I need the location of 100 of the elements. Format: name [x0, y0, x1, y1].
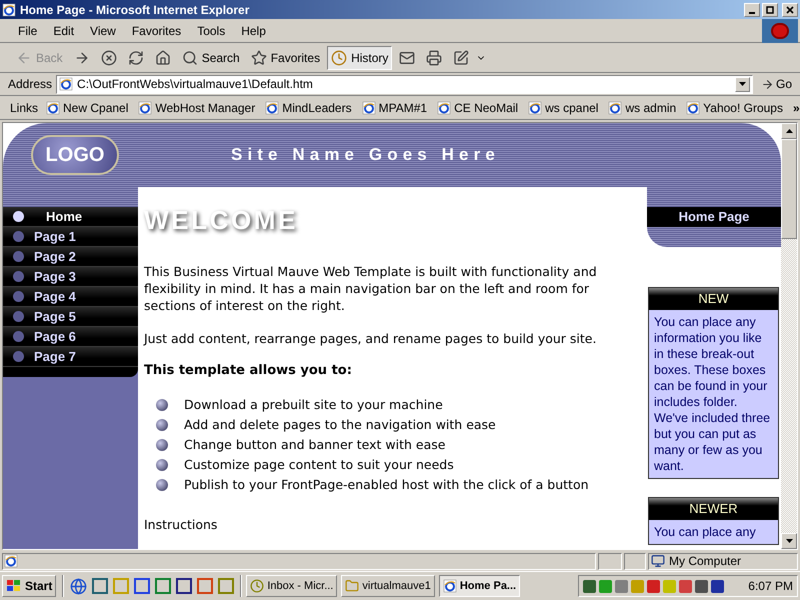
bullet-icon: [13, 351, 24, 362]
page-icon: [59, 77, 74, 91]
link-button[interactable]: WebHost Manager: [138, 98, 256, 116]
go-button[interactable]: Go: [756, 75, 796, 93]
nav-item[interactable]: Page 2: [3, 247, 138, 267]
page-icon: [362, 100, 376, 114]
dropdown-button[interactable]: [734, 76, 750, 92]
page-icon: [528, 100, 542, 114]
box-text: You can place any: [653, 524, 757, 541]
bullet-icon: [13, 271, 24, 282]
box-text: You can place any information you like in these break-out boxes. These boxes can be found in your includes folder. We've included three but you can put as many or few as you want.: [653, 314, 772, 475]
list-item: Change button and banner text with ease: [184, 436, 446, 454]
link-button[interactable]: Yahoo! Groups: [686, 98, 783, 116]
start-button[interactable]: Start: [2, 575, 56, 597]
bullet-icon: [13, 251, 24, 262]
computer-icon: [651, 554, 665, 568]
up-arrow-icon: [786, 129, 792, 133]
edit-icon: [453, 50, 470, 66]
link-button[interactable]: MindLeaders: [265, 98, 352, 116]
tray-icon[interactable]: [583, 580, 596, 592]
nav-item[interactable]: Page 5: [3, 307, 138, 327]
menu-item[interactable]: Tools: [189, 22, 234, 40]
menu-item[interactable]: Favorites: [124, 22, 190, 40]
home-icon: [154, 50, 171, 66]
list-item: Customize page content to suit your needs: [184, 456, 454, 474]
bullet-icon: [156, 459, 168, 471]
tray-icon[interactable]: [679, 580, 692, 592]
page-icon: [437, 100, 452, 114]
menu-item[interactable]: Edit: [45, 22, 82, 40]
go-arrow-icon: [760, 78, 774, 90]
browser-icon[interactable]: [70, 578, 88, 594]
intro-paragraph: Just add content, rearrange pages, and rename pages to build your site.: [144, 330, 598, 347]
scroll-up-button[interactable]: [781, 123, 797, 139]
link-button[interactable]: ws cpanel: [528, 98, 598, 116]
page-icon: [46, 100, 60, 114]
minimize-icon: [749, 12, 755, 14]
nav-item[interactable]: Page 7: [3, 347, 138, 367]
box-title: NEW: [649, 288, 778, 310]
menu-item[interactable]: View: [82, 22, 124, 40]
scrollbar[interactable]: [781, 123, 797, 549]
caret-icon: [738, 82, 746, 86]
box-title: NEWER: [649, 498, 778, 520]
taskbar-button[interactable]: Inbox - Micr...: [246, 575, 338, 597]
app-icon[interactable]: [92, 578, 108, 594]
page-label: Home Page: [647, 207, 781, 227]
history-button[interactable]: History: [327, 46, 392, 70]
page-icon: [138, 100, 152, 114]
scroll-thumb[interactable]: [781, 139, 797, 239]
tray-icon[interactable]: [711, 580, 724, 592]
nav-item[interactable]: Home: [3, 207, 138, 227]
tray-icon[interactable]: [695, 580, 708, 592]
windows-logo-icon: [6, 579, 22, 593]
scroll-down-button[interactable]: [781, 533, 797, 549]
minimize-button[interactable]: [744, 2, 760, 16]
app-icon[interactable]: [134, 578, 150, 594]
bullet-icon: [156, 439, 168, 451]
taskbar-button[interactable]: virtualmauve1: [341, 575, 435, 597]
close-button[interactable]: [782, 2, 798, 16]
browser-logo-icon: [762, 18, 798, 42]
bullet-icon: [13, 311, 24, 322]
nav-item[interactable]: Page 4: [3, 287, 138, 307]
bullet-icon: [156, 419, 168, 431]
nav-item[interactable]: Page 6: [3, 327, 138, 347]
link-button[interactable]: New Cpanel: [46, 98, 128, 116]
menu-item[interactable]: Help: [233, 22, 274, 40]
nav-item[interactable]: Page 3: [3, 267, 138, 287]
window-title: Home Page - Microsoft Internet Explorer: [20, 2, 250, 18]
page-icon: [265, 100, 280, 114]
refresh-icon: [128, 50, 144, 66]
page-icon: [608, 100, 622, 114]
maximize-button[interactable]: [762, 2, 778, 16]
intro-paragraph: This Business Virtual Mauve Web Template is built with functionality and flexibility in mind. It has a main navigation bar on the left and room for sections of interest on the right.: [144, 263, 598, 314]
clock-icon: [250, 579, 264, 593]
bullet-icon: [13, 231, 24, 242]
address-label: Address: [8, 76, 52, 93]
tray-icon[interactable]: [647, 580, 660, 592]
nav-item[interactable]: Page 1: [3, 227, 138, 247]
site-name: Site Name Goes Here: [231, 144, 500, 166]
search-button[interactable]: Search: [178, 46, 244, 70]
link-button[interactable]: CE NeoMail: [437, 98, 518, 116]
app-icon[interactable]: [176, 578, 192, 594]
list-item: Download a prebuilt site to your machine: [184, 396, 443, 414]
list-item: Add and delete pages to the navigation with ease: [184, 416, 496, 434]
bullet-icon: [156, 479, 168, 491]
favorites-button[interactable]: Favorites: [246, 46, 324, 70]
instructions-heading: Instructions: [144, 516, 218, 534]
link-button[interactable]: ws admin: [608, 98, 676, 116]
menu-item[interactable]: File: [10, 22, 46, 40]
zone-label: My Computer: [669, 553, 742, 570]
list-item: Publish to your FrontPage-enabled host with the click of a button: [184, 476, 589, 494]
ie-icon: [2, 2, 16, 16]
address-field[interactable]: C:\OutFrontWebs\virtualmauve1\Default.htm: [56, 74, 753, 94]
clock: 6:07 PM: [748, 578, 793, 595]
bullet-icon: [156, 399, 168, 411]
status-pane: [598, 552, 622, 570]
link-button[interactable]: MPAM#1: [362, 98, 428, 116]
more-links-button[interactable]: »: [792, 98, 800, 116]
taskbar-button[interactable]: Home Pa...: [438, 575, 520, 597]
status-pane: [624, 552, 646, 570]
printer-icon: [426, 50, 442, 66]
